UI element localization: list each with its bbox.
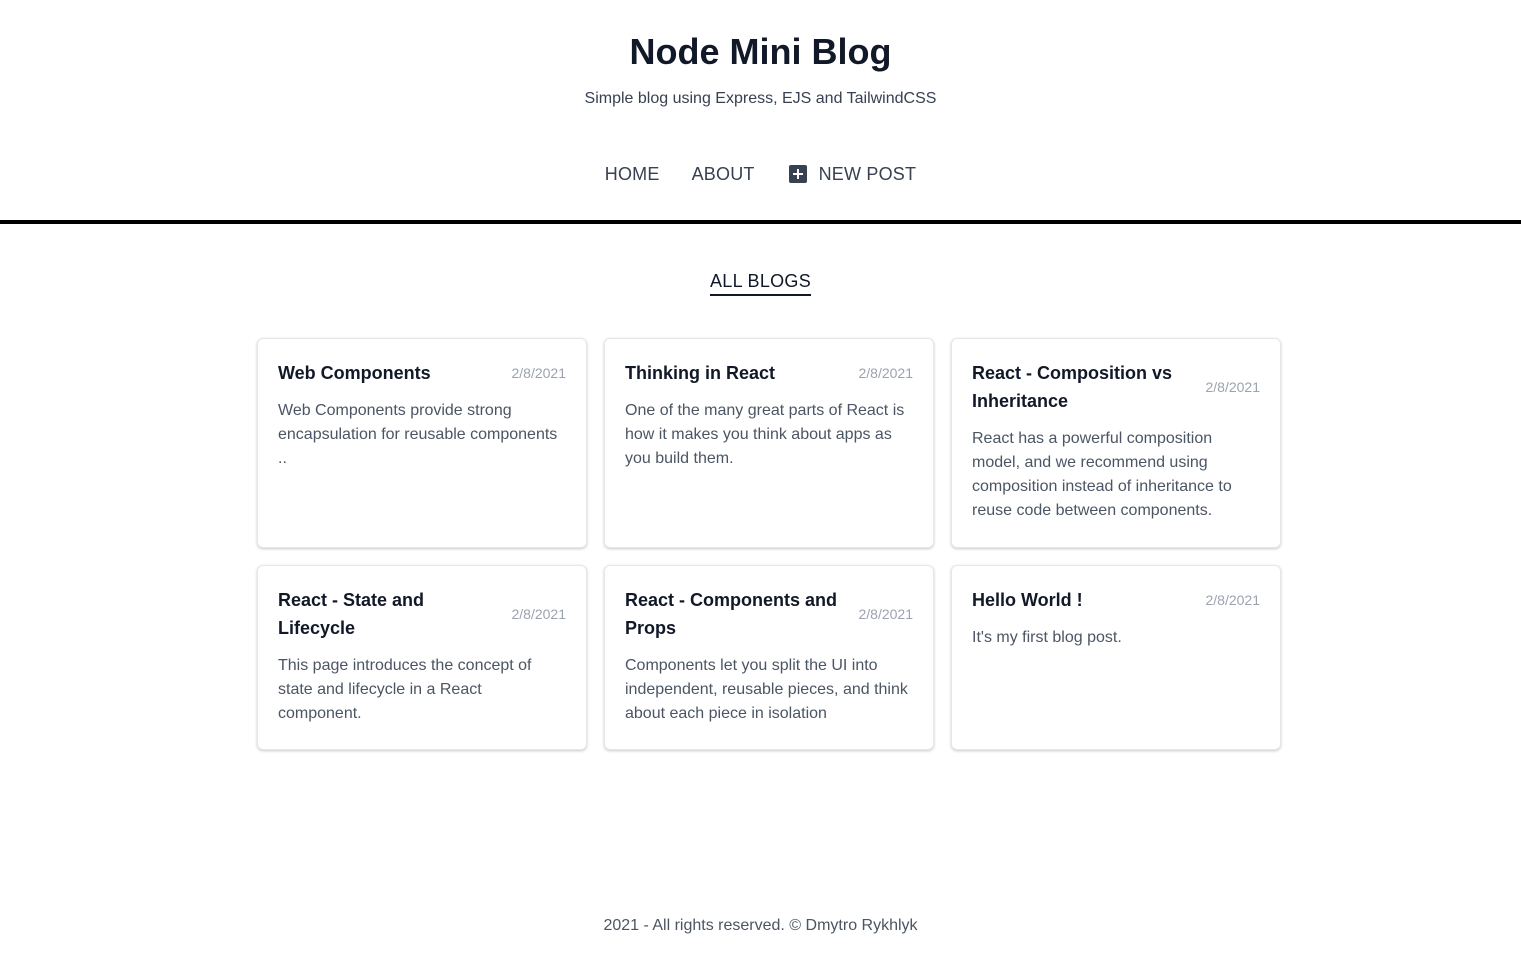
card-date: 2/8/2021 <box>1205 379 1261 395</box>
card-snippet: Web Components provide strong encapsulat… <box>278 402 558 467</box>
blog-card[interactable]: React - Components and Props 2/8/2021 Co… <box>604 565 934 750</box>
card-snippet: One of the many great parts of React is … <box>625 402 905 467</box>
card-title[interactable]: React - Components and Props <box>625 586 845 642</box>
card-header: React - State and Lifecycle 2/8/2021 <box>278 586 566 642</box>
card-date: 2/8/2021 <box>858 606 914 622</box>
card-title[interactable]: Web Components <box>278 359 431 387</box>
site-title[interactable]: Node Mini Blog <box>0 28 1521 76</box>
card-snippet: This page introduces the concept of stat… <box>278 657 532 722</box>
blog-card[interactable]: Web Components 2/8/2021 Web Components p… <box>257 338 587 548</box>
card-title[interactable]: Thinking in React <box>625 359 775 387</box>
site-header: Node Mini Blog Simple blog using Express… <box>0 0 1521 224</box>
plus-square-icon <box>788 165 807 183</box>
blog-grid: Web Components 2/8/2021 Web Components p… <box>257 338 1281 750</box>
card-snippet: React has a powerful composition model, … <box>972 430 1232 519</box>
card-snippet: It's my first blog post. <box>972 629 1122 646</box>
nav-new-post-link[interactable]: NEW POST <box>788 162 917 186</box>
section-heading: ALL BLOGS <box>709 270 812 296</box>
card-title[interactable]: React - State and Lifecycle <box>278 586 498 642</box>
card-title[interactable]: React - Composition vs Inheritance <box>972 359 1192 415</box>
site-footer: 2021 - All rights reserved. © Dmytro Ryk… <box>603 917 918 934</box>
card-header: Hello World ! 2/8/2021 <box>972 586 1260 614</box>
card-date: 2/8/2021 <box>511 606 567 622</box>
card-date: 2/8/2021 <box>1205 592 1261 608</box>
main-nav: HOME ABOUT NEW POST <box>0 161 1521 187</box>
blog-card[interactable]: React - State and Lifecycle 2/8/2021 Thi… <box>257 565 587 750</box>
site-subtitle: Simple blog using Express, EJS and Tailw… <box>584 90 937 107</box>
card-title[interactable]: Hello World ! <box>972 586 1083 614</box>
card-date: 2/8/2021 <box>858 365 914 381</box>
card-header: React - Components and Props 2/8/2021 <box>625 586 913 642</box>
nav-about-link[interactable]: ABOUT <box>692 162 755 186</box>
card-header: Web Components 2/8/2021 <box>278 359 566 387</box>
blog-card[interactable]: Hello World ! 2/8/2021 It's my first blo… <box>951 565 1281 750</box>
section-heading-wrap: ALL BLOGS <box>0 270 1521 296</box>
blog-card[interactable]: Thinking in React 2/8/2021 One of the ma… <box>604 338 934 548</box>
nav-new-post-label: NEW POST <box>818 164 917 184</box>
blog-card[interactable]: React - Composition vs Inheritance 2/8/2… <box>951 338 1281 548</box>
nav-home-link[interactable]: HOME <box>605 162 660 186</box>
card-snippet: Components let you split the UI into ind… <box>625 657 908 722</box>
card-header: Thinking in React 2/8/2021 <box>625 359 913 387</box>
card-date: 2/8/2021 <box>511 365 567 381</box>
card-header: React - Composition vs Inheritance 2/8/2… <box>972 359 1260 415</box>
